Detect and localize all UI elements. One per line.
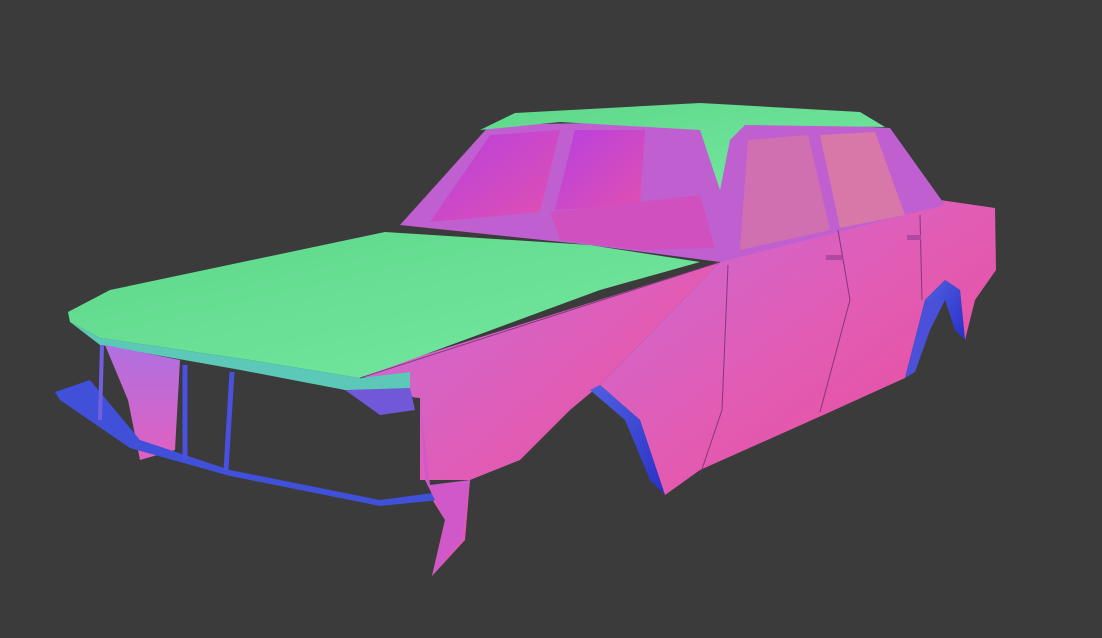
grille-bar	[98, 344, 104, 421]
3d-viewport[interactable]	[0, 0, 1102, 638]
car-render	[55, 103, 996, 576]
